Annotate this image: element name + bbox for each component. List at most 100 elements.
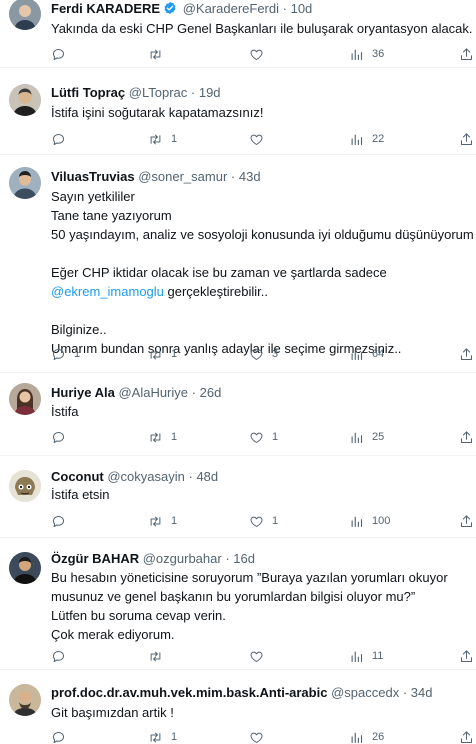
views-button[interactable]: 25 — [349, 428, 384, 446]
reply-button[interactable] — [51, 647, 74, 665]
avatar[interactable] — [9, 552, 41, 584]
separator-dot: · — [188, 469, 193, 484]
views-count: 100 — [372, 515, 391, 527]
like-button[interactable]: 3 — [249, 345, 278, 363]
views-count: 11 — [372, 650, 384, 662]
views-button[interactable]: 64 — [349, 345, 384, 363]
retweet-button[interactable] — [148, 647, 171, 665]
retweet-button[interactable]: 1 — [148, 428, 177, 446]
author-handle[interactable]: @ozgurbahar — [143, 551, 222, 566]
views-icon — [349, 514, 364, 529]
avatar[interactable] — [9, 167, 41, 199]
author-handle[interactable]: @KaradereFerdi — [183, 1, 279, 16]
tweet-header: Huriye Ala @AlaHuriye · 26d — [51, 385, 468, 401]
views-button[interactable]: 22 — [349, 130, 384, 148]
share-button[interactable] — [459, 728, 474, 744]
tweet-text-line: Çok merak ediyorum. — [51, 627, 175, 642]
author-name[interactable]: Lütfi Topraç — [51, 85, 125, 100]
author-name[interactable]: Huriye Ala — [51, 385, 115, 400]
author-name[interactable]: Ferdi KARADERE — [51, 1, 160, 16]
mention-link[interactable]: @ekrem_imamoglu — [51, 284, 164, 299]
retweet-count: 1 — [171, 731, 178, 743]
author-name[interactable]: prof.doc.dr.av.muh.vek.mim.bask.Anti-ara… — [51, 685, 327, 700]
like-icon — [249, 649, 264, 664]
author-handle[interactable]: @cokyasayin — [107, 469, 185, 484]
share-icon — [459, 347, 474, 362]
author-handle[interactable]: @spaccedx — [331, 685, 399, 700]
author-name[interactable]: ViluasTruvias — [51, 169, 135, 184]
views-icon — [349, 649, 364, 664]
like-button[interactable] — [249, 728, 272, 744]
views-button[interactable]: 11 — [349, 647, 383, 665]
share-button[interactable] — [459, 45, 474, 63]
views-button[interactable]: 26 — [349, 728, 384, 744]
retweet-button[interactable]: 1 — [148, 728, 177, 744]
views-count: 22 — [372, 133, 385, 145]
avatar[interactable] — [9, 84, 41, 116]
tweet-text-fragment: gerçekleştirebilir.. — [163, 284, 268, 299]
reply-button[interactable]: 1 — [51, 345, 80, 363]
tweet-item[interactable]: Ferdi KARADERE @KaradereFerdi · 10d Yakı… — [0, 0, 476, 68]
share-button[interactable] — [459, 130, 474, 148]
retweet-icon — [148, 649, 163, 664]
share-button[interactable] — [459, 428, 474, 446]
tweet-timestamp[interactable]: 10d — [291, 1, 313, 16]
tweet-text-line: Lütfen bu soruma cevap verin. — [51, 608, 226, 623]
views-button[interactable]: 100 — [349, 512, 390, 530]
share-button[interactable] — [459, 345, 474, 363]
avatar[interactable] — [9, 684, 41, 716]
retweet-button[interactable]: 1 — [148, 345, 177, 363]
tweet-timestamp[interactable]: 34d — [411, 685, 433, 700]
tweet-actions: 1 1 3 64 — [51, 345, 471, 363]
tweet-actions: 1 1 100 — [51, 512, 471, 530]
retweet-button[interactable]: 1 — [148, 130, 177, 148]
tweet-text-line: Eğer CHP iktidar olacak ise bu zaman ve … — [51, 265, 387, 280]
tweet-header: Lütfi Topraç @LToprac · 19d — [51, 85, 468, 101]
tweet-timestamp[interactable]: 43d — [239, 169, 261, 184]
tweet-timestamp[interactable]: 16d — [233, 551, 255, 566]
like-button[interactable]: 1 — [249, 512, 278, 530]
like-button[interactable] — [249, 130, 272, 148]
tweet-item[interactable]: ViluasTruvias @soner_samur · 43d Sayın y… — [0, 155, 476, 373]
tweet-item[interactable]: Huriye Ala @AlaHuriye · 26d İstifa 1 1 2… — [0, 373, 476, 456]
separator-dot: · — [282, 1, 287, 16]
author-handle[interactable]: @LToprac — [129, 85, 187, 100]
tweet-actions: 1 22 — [51, 130, 471, 148]
share-icon — [459, 132, 474, 147]
retweet-count: 1 — [171, 348, 178, 360]
retweet-icon — [148, 730, 163, 744]
reply-button[interactable] — [51, 512, 74, 530]
retweet-button[interactable] — [148, 45, 171, 63]
reply-button[interactable] — [51, 45, 74, 63]
like-button[interactable] — [249, 45, 272, 63]
tweet-text-line: musunuz ve genel başkanın bu yorumlardan… — [51, 589, 416, 604]
share-button[interactable] — [459, 647, 474, 665]
avatar[interactable] — [9, 383, 41, 415]
tweet-timestamp[interactable]: 48d — [196, 469, 218, 484]
tweet-item[interactable]: Coconut @cokyasayin · 48d İstifa etsin 1… — [0, 456, 476, 538]
author-handle[interactable]: @soner_samur — [138, 169, 227, 184]
avatar[interactable] — [9, 470, 41, 502]
tweet-item[interactable]: prof.doc.dr.av.muh.vek.mim.bask.Anti-ara… — [0, 670, 476, 744]
tweet-header: prof.doc.dr.av.muh.vek.mim.bask.Anti-ara… — [51, 685, 468, 701]
tweet-timestamp[interactable]: 19d — [199, 85, 221, 100]
like-button[interactable] — [249, 647, 272, 665]
retweet-button[interactable]: 1 — [148, 512, 177, 530]
author-name[interactable]: Coconut — [51, 469, 104, 484]
author-name[interactable]: Özgür BAHAR — [51, 551, 139, 566]
author-handle[interactable]: @AlaHuriye — [118, 385, 188, 400]
reply-button[interactable] — [51, 130, 74, 148]
tweet-text-line: İstifa işini soğutarak kapatamazsınız! — [51, 105, 264, 120]
share-icon — [459, 514, 474, 529]
reply-button[interactable] — [51, 728, 74, 744]
separator-dot: · — [190, 85, 196, 100]
share-icon — [459, 730, 474, 744]
like-button[interactable]: 1 — [249, 428, 278, 446]
avatar[interactable] — [9, 0, 41, 30]
share-button[interactable] — [459, 512, 474, 530]
tweet-item[interactable]: Lütfi Topraç @LToprac · 19d İstifa işini… — [0, 68, 476, 155]
tweet-item[interactable]: Özgür BAHAR @ozgurbahar · 16d Bu hesabın… — [0, 538, 476, 670]
tweet-timestamp[interactable]: 26d — [200, 385, 222, 400]
reply-button[interactable] — [51, 428, 74, 446]
views-button[interactable]: 36 — [349, 45, 384, 63]
